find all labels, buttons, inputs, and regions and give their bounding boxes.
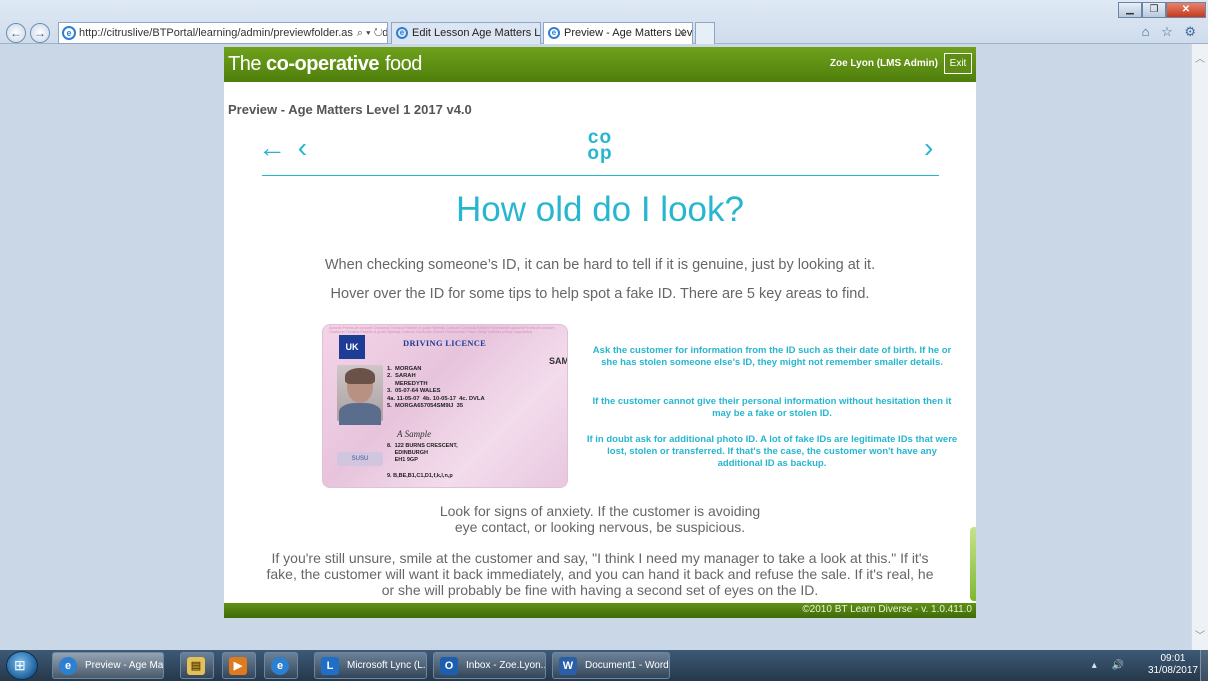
tab-label: Edit Lesson Age Matters Level ... <box>412 27 541 39</box>
outlook-icon: O <box>440 657 458 675</box>
user-name: Zoe Lyon (LMS Admin) <box>829 58 938 69</box>
browser-chrome: ← → e http://citruslive/BTPortal/learnin… <box>0 0 1208 44</box>
next-slide-button[interactable]: › <box>924 132 933 164</box>
lms-page: The co-operative food Zoe Lyon (LMS Admin… <box>224 47 976 618</box>
tray-icons[interactable]: ▴ 🔊 <box>1092 660 1130 671</box>
anxiety-text-line2: eye contact, or looking nervous, be susp… <box>454 519 746 535</box>
tip-hesitation: If the customer cannot give their person… <box>592 396 952 419</box>
windows-taskbar: ⊞ e Preview - Age Ma... ▤ ▶ e L Microsof… <box>0 650 1208 681</box>
footer-copyright: ©2010 BT Learn Diverse - v. 1.0.411.0 <box>802 604 972 615</box>
exit-button[interactable]: Exit <box>944 53 972 74</box>
address-bar[interactable]: e http://citruslive/BTPortal/learning/ad… <box>58 22 388 44</box>
address-text: http://citruslive/BTPortal/learning/admi… <box>79 27 388 39</box>
brand-header: The co-operative food Zoe Lyon (LMS Admin… <box>224 47 976 82</box>
lesson-title: Preview - Age Matters Level 1 2017 v4.0 <box>228 102 472 117</box>
licence-background-text: Ajokortti Permis de conduire Ceadúnas Ti… <box>329 326 555 334</box>
licence-signature[interactable]: A Sample <box>397 429 431 439</box>
licence-address[interactable]: 8. 122 BURNS CRESCENT, EDINBURGH EH1 9GP <box>387 443 458 463</box>
licence-photo[interactable] <box>337 365 383 425</box>
forward-nav-button[interactable]: → <box>30 23 50 43</box>
licence-sample-mark: SAMPLE <box>549 356 568 366</box>
tab-preview[interactable]: e Preview - Age Matters Leve... ✕ <box>543 22 693 44</box>
maximize-button[interactable]: ❐ <box>1142 2 1166 18</box>
browser-viewport: The co-operative food Zoe Lyon (LMS Admin… <box>0 44 1208 650</box>
window-controls: ▁ ❐ ✕ <box>1118 2 1206 18</box>
tip-ask-details: Ask the customer for information from th… <box>592 345 952 368</box>
previous-slide-button[interactable]: ← ‹ <box>258 132 309 164</box>
taskbar-item-media-player[interactable]: ▶ <box>222 652 256 679</box>
ie-tab-icon: e <box>396 27 408 39</box>
taskbar-item-outlook[interactable]: O Inbox - Zoe.Lyon... <box>433 652 546 679</box>
intro-paragraph: When checking someone’s ID, it can be ha… <box>324 257 876 273</box>
header-divider <box>262 175 939 176</box>
taskbar-item-word[interactable]: W Document1 - Word <box>552 652 670 679</box>
tab-label: Preview - Age Matters Leve... <box>564 27 693 39</box>
minimize-button[interactable]: ▁ <box>1118 2 1142 18</box>
driving-licence-image[interactable]: Ajokortti Permis de conduire Ceadúnas Ti… <box>322 324 568 488</box>
taskbar-item-lync[interactable]: L Microsoft Lync (L... <box>314 652 427 679</box>
ie-tab-icon: e <box>548 27 560 39</box>
instruction-paragraph: Hover over the ID for some tips to help … <box>330 286 870 302</box>
new-tab-button[interactable] <box>695 22 715 44</box>
address-controls[interactable]: ⌕ ▾ ↻ <box>352 23 383 43</box>
taskbar-item-explorer[interactable]: ▤ <box>180 652 214 679</box>
back-nav-button[interactable]: ← <box>6 23 26 43</box>
windows-explorer-icon: ▤ <box>187 657 205 675</box>
ie-page-icon: e <box>62 26 76 40</box>
scroll-up-icon[interactable]: ︿ <box>1195 50 1205 65</box>
tab-edit-lesson[interactable]: e Edit Lesson Age Matters Level ... <box>391 22 541 44</box>
word-icon: W <box>559 657 577 675</box>
close-window-button[interactable]: ✕ <box>1166 2 1206 18</box>
tip-additional-id: If in doubt ask for additional photo ID.… <box>586 434 958 469</box>
show-desktop-button[interactable] <box>1200 650 1208 681</box>
lesson-slide: ← ‹ co op › How old do I look? When chec… <box>224 122 976 603</box>
taskbar-item-preview[interactable]: e Preview - Age Ma... <box>52 652 164 679</box>
eu-flag-icon: UK <box>339 335 365 359</box>
taskbar-item-internet-explorer[interactable]: e <box>264 652 298 679</box>
windows-logo-icon: ⊞ <box>14 657 26 673</box>
page-footer: ©2010 BT Learn Diverse - v. 1.0.411.0 <box>224 603 976 618</box>
scroll-down-icon[interactable]: ﹀ <box>1195 627 1205 642</box>
licence-hologram[interactable]: SUSU <box>337 452 383 466</box>
vertical-scrollbar[interactable]: ︿ ﹀ <box>1191 44 1208 650</box>
coop-food-logo: The co-operative food <box>228 53 422 75</box>
close-tab-icon[interactable]: ✕ <box>677 23 686 43</box>
internet-explorer-icon: e <box>271 657 289 675</box>
system-clock[interactable]: 09:01 31/08/2017 <box>1148 653 1198 677</box>
licence-details[interactable]: 1. MORGAN 2. SARAH MEREDYTH 3. 05-07-64 … <box>387 366 485 410</box>
side-decoration <box>970 527 976 601</box>
licence-title: DRIVING LICENCE <box>403 338 487 348</box>
licence-categories: 9. B,BE,B1,C1,D1,f,k,l,n,p <box>387 473 453 479</box>
slide-heading: How old do I look? <box>456 190 744 229</box>
still-unsure-paragraph: If you're still unsure, smile at the cus… <box>266 550 934 598</box>
media-player-icon: ▶ <box>229 657 247 675</box>
lync-icon: L <box>321 657 339 675</box>
internet-explorer-icon: e <box>59 657 77 675</box>
start-button[interactable]: ⊞ <box>6 651 38 680</box>
anxiety-text-line1: Look for signs of anxiety. If the custom… <box>439 503 761 519</box>
coop-logo-icon: co op <box>587 127 613 164</box>
home-favorites-tools-icons[interactable]: ⌂ ☆ ⚙ <box>1142 24 1200 40</box>
